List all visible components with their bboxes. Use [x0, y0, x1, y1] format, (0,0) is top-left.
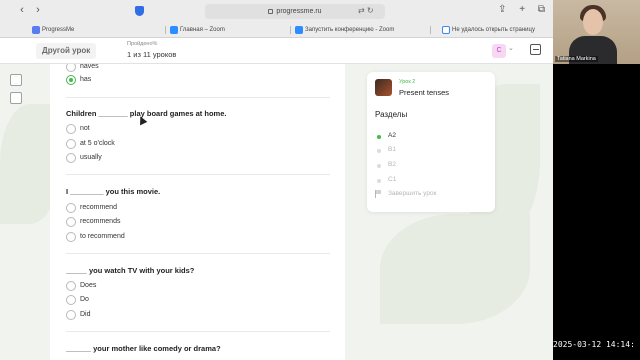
finish-lesson-label: Завершить урок — [388, 190, 437, 197]
question-title: I ________ you this movie. — [66, 187, 161, 196]
tab-label: Главная – Zoom — [180, 27, 225, 33]
lesson-title: Present tenses — [399, 88, 450, 97]
radio-button[interactable] — [66, 124, 76, 134]
zoom-favicon-icon — [295, 26, 303, 34]
option-label: has — [80, 76, 92, 83]
dot-icon — [377, 164, 381, 168]
option-label: Do — [80, 296, 89, 303]
flag-icon — [375, 190, 382, 198]
lesson-sidebar: Урок 2 Present tenses Разделы A2 B1 B2 C… — [367, 72, 495, 212]
tab-progressme[interactable]: ProgressMe — [30, 23, 150, 37]
share-icon[interactable]: ⇪ — [498, 4, 506, 15]
participant-face — [583, 9, 603, 35]
question-title: _____ you watch TV with your kids? — [66, 266, 195, 275]
sections-heading: Разделы — [375, 110, 408, 119]
browser-actions: ⇪ + ⧉ — [488, 4, 545, 15]
webcam-overlay: Tatiana Markina — [553, 0, 640, 64]
option-label: to recommend — [80, 233, 125, 240]
left-toolbar — [10, 74, 22, 110]
section-label: B1 — [388, 146, 396, 153]
exercise-card: haves has Children _______ play board ga… — [50, 64, 345, 360]
back-icon[interactable]: ‹ — [16, 4, 28, 16]
option-label: not — [80, 125, 90, 132]
progressme-favicon-icon — [32, 26, 40, 34]
translate-icon[interactable]: ⇄ ↻ — [358, 6, 374, 15]
option-label: haves — [80, 64, 99, 70]
participant-name: Tatiana Markina — [555, 56, 598, 62]
option-label: recommend — [80, 204, 117, 211]
radio-button[interactable] — [66, 64, 76, 72]
translate-tool-icon[interactable] — [10, 74, 22, 86]
option-label: Did — [80, 311, 91, 318]
divider — [66, 331, 330, 332]
radio-button[interactable] — [66, 139, 76, 149]
lesson-number: Урок 2 — [399, 79, 416, 85]
forward-icon[interactable]: › — [32, 4, 44, 16]
google-favicon-icon — [442, 26, 450, 34]
divider — [66, 97, 330, 98]
tab-divider — [165, 26, 166, 34]
section-label: C1 — [388, 176, 397, 183]
section-label: B2 — [388, 161, 396, 168]
avatar[interactable]: C — [492, 44, 506, 58]
app-header: Другой урок Пройдено% 1 из 11 уроков C ⌄ — [0, 38, 553, 64]
option-label: usually — [80, 154, 102, 161]
divider — [66, 174, 330, 175]
tab-zoom-conference[interactable]: Запустить конференцию - Zoom — [293, 23, 418, 37]
option-label: at 5 o'clock — [80, 140, 115, 147]
exit-icon[interactable] — [530, 44, 541, 55]
browser-chrome: ‹ › progressme.ru ⇄ ↻ ⇪ + ⧉ ProgressMe Г… — [0, 0, 553, 38]
notes-tool-icon[interactable] — [10, 92, 22, 104]
radio-button-checked[interactable] — [66, 75, 76, 85]
option-label: Does — [80, 282, 97, 289]
zoom-favicon-icon — [170, 26, 178, 34]
tab-label: Запустить конференцию - Zoom — [305, 27, 395, 33]
lock-icon — [268, 8, 274, 14]
tab-error[interactable]: Не удалось открыть страницу — [440, 23, 550, 37]
shield-icon[interactable] — [135, 6, 144, 16]
radio-button[interactable] — [66, 310, 76, 320]
radio-button[interactable] — [66, 295, 76, 305]
tab-divider — [430, 26, 431, 34]
question-title: ______ your mother like comedy or drama? — [66, 344, 221, 353]
new-tab-icon[interactable]: + — [519, 4, 525, 15]
lesson-page: haves has Children _______ play board ga… — [0, 64, 553, 360]
radio-button[interactable] — [66, 281, 76, 291]
tab-zoom-home[interactable]: Главная – Zoom — [168, 23, 280, 37]
tabs-overview-icon[interactable]: ⧉ — [538, 4, 545, 15]
tab-label: Не удалось открыть страницу — [452, 27, 535, 33]
question-title: Children _______ play board games at hom… — [66, 109, 227, 118]
divider — [66, 253, 330, 254]
recording-timestamp: 2025-03-12 14:14: — [553, 340, 635, 349]
radio-button[interactable] — [66, 232, 76, 242]
dot-icon — [377, 149, 381, 153]
tab-divider — [290, 26, 291, 34]
url-text: progressme.ru — [276, 8, 322, 15]
option-label: recommends — [80, 218, 121, 225]
chevron-down-icon[interactable]: ⌄ — [508, 44, 514, 52]
dot-icon — [377, 179, 381, 183]
lesson-thumbnail — [375, 79, 392, 96]
dot-icon — [377, 135, 381, 139]
radio-button[interactable] — [66, 153, 76, 163]
tab-label: ProgressMe — [42, 27, 75, 33]
radio-button[interactable] — [66, 203, 76, 213]
tab-strip: ProgressMe Главная – Zoom Запустить конф… — [0, 22, 553, 38]
browser-window: ‹ › progressme.ru ⇄ ↻ ⇪ + ⧉ ProgressMe Г… — [0, 0, 553, 360]
other-lesson-button[interactable]: Другой урок — [36, 43, 97, 59]
section-label: A2 — [388, 132, 396, 139]
radio-button[interactable] — [66, 217, 76, 227]
lesson-count: 1 из 11 уроков — [127, 50, 177, 59]
progress-caption: Пройдено% — [127, 41, 158, 47]
